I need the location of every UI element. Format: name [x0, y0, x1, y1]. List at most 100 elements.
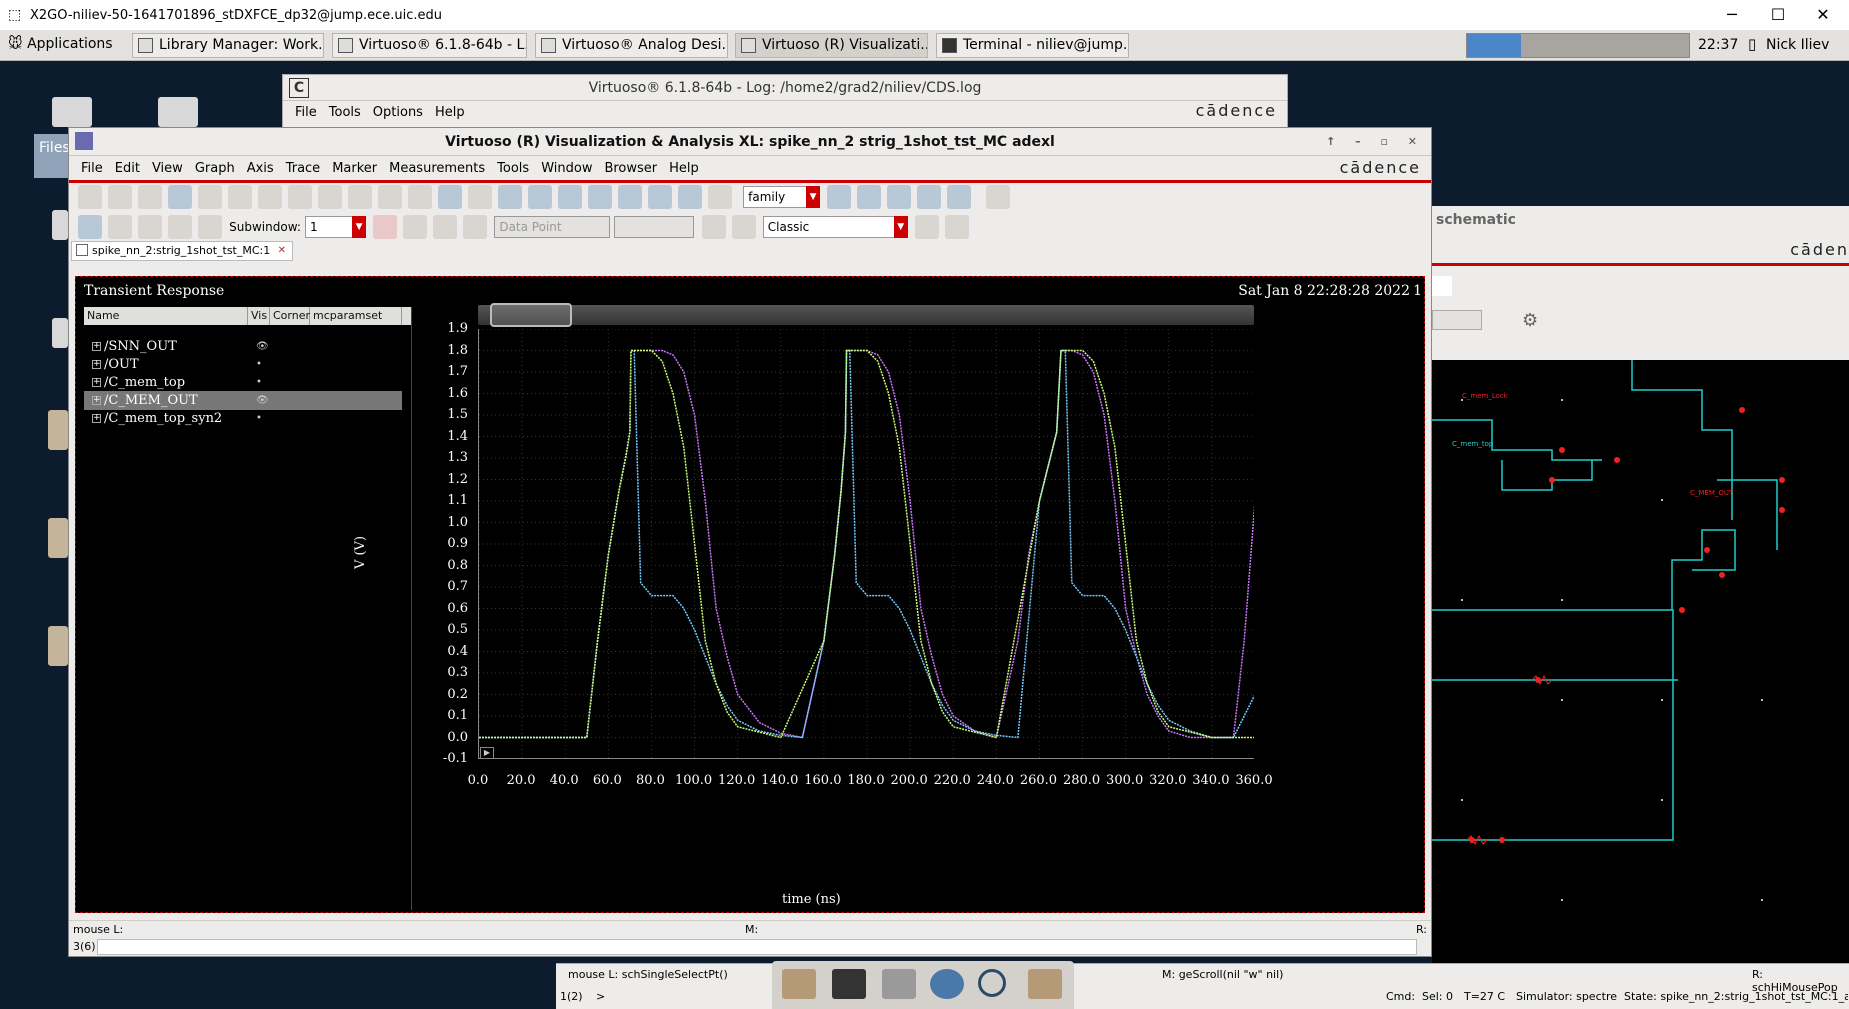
fit-icon[interactable] [618, 185, 642, 209]
workspace-1[interactable] [1467, 34, 1521, 57]
col-mcparamset[interactable]: mcparamset [310, 307, 402, 325]
chevron-down-icon[interactable]: ▼ [352, 216, 367, 238]
datapoint-select[interactable]: Data Point [494, 216, 611, 238]
strip-icon[interactable] [827, 185, 852, 209]
task-virtuoso-log[interactable]: Virtuoso® 6.1.8-64b - L... [332, 33, 527, 58]
files-icon-label[interactable]: Files [34, 134, 70, 178]
plot-tab[interactable]: spike_nn_2:strig_1shot_tst_MC:1 ✕ [71, 241, 293, 261]
menu-axis[interactable]: Axis [247, 161, 274, 176]
signal-row-selected[interactable]: +/C_MEM_OUT 👁 [84, 391, 402, 410]
delete-icon[interactable] [408, 185, 432, 209]
web-browser-icon[interactable] [930, 969, 964, 999]
subwindow-grid-icon[interactable] [198, 215, 222, 239]
overlay-icon[interactable] [887, 185, 912, 209]
folder-icon[interactable] [1028, 969, 1062, 999]
expand-icon[interactable]: + [92, 342, 101, 351]
gear-icon[interactable]: ⚙ [1522, 310, 1538, 331]
show-desktop-icon[interactable] [782, 969, 816, 999]
menu-measurements[interactable]: Measurements [389, 161, 485, 176]
back-icon[interactable] [433, 215, 458, 239]
marker-flag-icon[interactable] [373, 215, 398, 239]
rows-icon[interactable] [138, 215, 162, 239]
stack-icon[interactable] [857, 185, 882, 209]
new-subwindow-icon[interactable] [108, 185, 132, 209]
drive-icon[interactable] [158, 97, 198, 127]
command-prompt[interactable]: > [596, 990, 605, 1003]
close-tab-icon[interactable]: ✕ [278, 242, 286, 260]
col-name[interactable]: Name [84, 307, 248, 325]
print-preview-icon[interactable] [228, 185, 252, 209]
signal-row[interactable]: +/SNN_OUT 👁 [84, 337, 402, 356]
eye-icon[interactable]: 👁 [256, 337, 269, 356]
folder-icon[interactable] [52, 318, 68, 348]
minimize-button[interactable]: ─ [1710, 0, 1754, 30]
task-library-manager[interactable]: Library Manager: Work... [132, 33, 324, 58]
remove-window-icon[interactable] [944, 215, 969, 239]
bar-chart-icon[interactable] [701, 215, 726, 239]
menu-browser[interactable]: Browser [604, 161, 657, 176]
style-select[interactable]: Classic [762, 216, 897, 238]
task-terminal[interactable]: Terminal - niliev@jump... [936, 33, 1129, 58]
col-corner[interactable]: Corner [270, 307, 310, 325]
menu-marker[interactable]: Marker [332, 161, 377, 176]
select-icon[interactable] [78, 215, 102, 239]
file-manager-icon[interactable] [882, 969, 916, 999]
applications-menu[interactable]: 🐭 Applications [8, 36, 113, 52]
columns-icon[interactable] [168, 215, 192, 239]
task-visualization[interactable]: Virtuoso (R) Visualizati... [735, 33, 928, 58]
search-icon[interactable] [978, 969, 1006, 997]
grid-icon[interactable] [986, 185, 1011, 209]
redo-icon[interactable] [288, 185, 312, 209]
new-window-icon[interactable] [78, 185, 102, 209]
log-menu-options[interactable]: Options [373, 105, 423, 120]
menu-graph[interactable]: Graph [195, 161, 235, 176]
print-icon[interactable] [198, 185, 222, 209]
save-icon[interactable] [168, 185, 192, 209]
zoom-box-icon[interactable] [708, 185, 732, 209]
visibility-dot[interactable]: • [256, 409, 262, 428]
subwindow-select[interactable]: 1 [305, 216, 356, 238]
visibility-dot[interactable]: • [256, 355, 262, 374]
col-vis[interactable]: Vis [248, 307, 270, 325]
table-icon[interactable] [947, 185, 972, 209]
copy-icon[interactable] [348, 185, 372, 209]
menu-help[interactable]: Help [669, 161, 699, 176]
signal-row[interactable]: +/C_mem_top_syn2 • [84, 409, 402, 428]
drive-icon[interactable] [52, 97, 92, 127]
reload-icon[interactable] [438, 185, 462, 209]
open-icon[interactable] [138, 185, 162, 209]
expand-icon[interactable]: + [92, 360, 101, 369]
log-menu-help[interactable]: Help [435, 105, 465, 120]
undo-icon[interactable] [258, 185, 282, 209]
home-folder-icon[interactable] [48, 410, 68, 450]
waveform-chart[interactable] [478, 329, 1254, 759]
zoom-x-icon[interactable] [588, 185, 612, 209]
family-select[interactable]: family [743, 186, 810, 208]
chevron-down-icon[interactable]: ▼ [893, 216, 908, 238]
task-analog-design[interactable]: Virtuoso® Analog Desi... [535, 33, 728, 58]
workspace-switcher[interactable] [1466, 33, 1690, 58]
user-name[interactable]: Nick Iliev [1766, 37, 1829, 53]
fit-x-icon[interactable] [648, 185, 672, 209]
menu-tools[interactable]: Tools [497, 161, 529, 176]
home-folder-icon[interactable] [48, 626, 68, 666]
signal-row[interactable]: +/OUT • [84, 355, 402, 374]
chevron-down-icon[interactable]: ▼ [806, 186, 821, 208]
zoom-in-icon[interactable] [528, 185, 552, 209]
zoom-out-icon[interactable] [558, 185, 582, 209]
close-button[interactable]: ✕ [1801, 0, 1845, 30]
menu-window[interactable]: Window [541, 161, 592, 176]
menu-file[interactable]: File [81, 161, 103, 176]
split-icon[interactable] [917, 185, 942, 209]
fit-y-icon[interactable] [678, 185, 702, 209]
pin-icon[interactable] [403, 215, 428, 239]
overview-thumb[interactable] [490, 303, 572, 327]
forward-icon[interactable] [463, 215, 488, 239]
menu-trace[interactable]: Trace [286, 161, 321, 176]
overview-scrollbar[interactable] [478, 303, 1254, 327]
calculator-icon[interactable] [731, 215, 756, 239]
maximize-button[interactable]: ☐ [1756, 0, 1800, 30]
menu-edit[interactable]: Edit [115, 161, 140, 176]
add-window-icon[interactable] [914, 215, 939, 239]
palette-icon[interactable] [108, 215, 132, 239]
